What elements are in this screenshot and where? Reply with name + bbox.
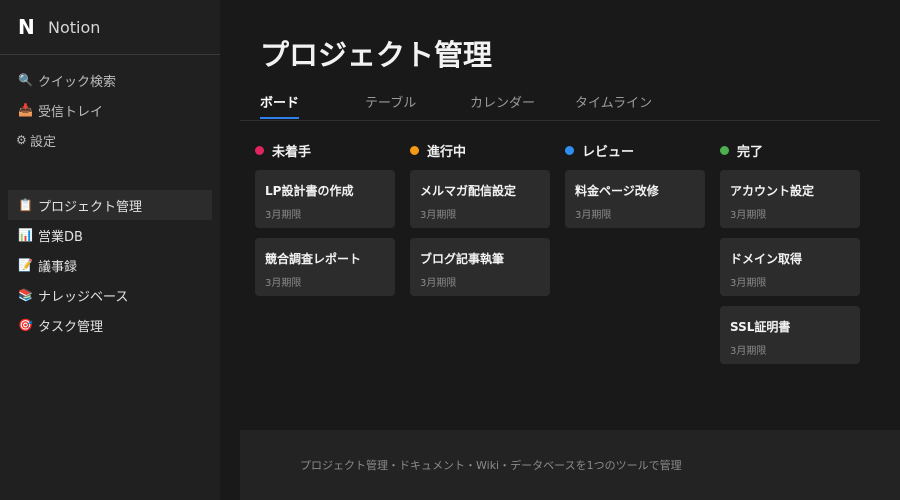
board-card[interactable]: アカウント設定 3月期限 [720, 170, 860, 228]
workspace-header[interactable]: N Notion [0, 0, 220, 55]
app-name: Notion [48, 17, 101, 37]
page-label: タスク管理 [38, 319, 104, 335]
column-not-started: 未着手 LP設計書の作成 3月期限 競合調査レポート 3月期限 [255, 140, 395, 296]
board-card[interactable]: メルマガ配信設定 3月期限 [410, 170, 550, 228]
inbox-icon: 📥 [18, 103, 33, 117]
status-dot [720, 145, 729, 155]
clipboard-icon: 📋 [18, 198, 33, 212]
card-title: アカウント設定 [730, 184, 815, 198]
card-due: 3月期限 [265, 210, 302, 221]
board-card[interactable]: LP設計書の作成 3月期限 [255, 170, 395, 228]
gear-icon: ⚙ [16, 133, 27, 147]
card-due: 3月期限 [575, 210, 612, 221]
page-item-knowledge-base[interactable]: 📚 ナレッジベース [8, 280, 212, 310]
board-card[interactable]: 料金ページ改修 3月期限 [565, 170, 705, 228]
tab-table[interactable]: テーブル [365, 92, 416, 117]
status-dot [255, 145, 264, 155]
card-title: 料金ページ改修 [575, 184, 659, 198]
card-title: LP設計書の作成 [265, 184, 354, 198]
column-in-progress: 進行中 メルマガ配信設定 3月期限 ブログ記事執筆 3月期限 [410, 140, 550, 296]
column-label: 完了 [737, 144, 764, 160]
board-card[interactable]: ブログ記事執筆 3月期限 [410, 238, 550, 296]
card-due: 3月期限 [265, 278, 302, 289]
page-item-minutes[interactable]: 📝 議事録 [8, 250, 212, 280]
page-item-sales-db[interactable]: 📊 営業DB [8, 220, 212, 250]
memo-icon: 📝 [18, 258, 33, 272]
column-header: 未着手 [255, 140, 395, 160]
quick-search-item[interactable]: 🔍 クイック検索 [0, 65, 220, 95]
column-done: 完了 アカウント設定 3月期限 ドメイン取得 3月期限 SSL証明書 3月期限 [720, 140, 860, 364]
books-icon: 📚 [18, 288, 33, 302]
column-label: レビュー [582, 144, 635, 160]
page-item-task-management[interactable]: 🎯 タスク管理 [8, 310, 212, 340]
inbox-item[interactable]: 📥 受信トレイ [0, 95, 220, 125]
card-due: 3月期限 [730, 346, 767, 357]
card-title: SSL証明書 [730, 320, 791, 334]
card-due: 3月期限 [420, 210, 457, 221]
page-label: 議事録 [38, 259, 78, 275]
nav-label: クイック検索 [38, 74, 117, 90]
tab-board[interactable]: ボード [260, 92, 300, 119]
page-list: 📋 プロジェクト管理 📊 営業DB 📝 議事録 📚 ナレッジベース 🎯 タスク管… [0, 190, 220, 340]
page-item-project-management[interactable]: 📋 プロジェクト管理 [8, 190, 212, 220]
tab-calendar[interactable]: カレンダー [470, 92, 535, 117]
footer-banner: プロジェクト管理・ドキュメント・Wiki・データベースを1つのツールで管理 [240, 430, 900, 500]
status-dot [410, 145, 419, 155]
card-title: ドメイン取得 [730, 252, 803, 266]
nav-label: 受信トレイ [38, 104, 104, 120]
column-review: レビュー 料金ページ改修 3月期限 [565, 140, 705, 228]
column-header: 進行中 [410, 140, 550, 160]
column-label: 進行中 [427, 144, 467, 160]
card-title: メルマガ配信設定 [420, 184, 517, 198]
notion-logo-icon: N [18, 15, 35, 39]
card-due: 3月期限 [730, 278, 767, 289]
status-dot [565, 145, 574, 155]
card-due: 3月期限 [730, 210, 767, 221]
footer-text: プロジェクト管理・ドキュメント・Wiki・データベースを1つのツールで管理 [300, 459, 682, 472]
main-content: プロジェクト管理 ボード テーブル カレンダー タイムライン 未着手 LP設計書… [220, 0, 900, 500]
card-title: 競合調査レポート [265, 252, 362, 266]
settings-item[interactable]: ⚙ 設定 [0, 125, 220, 155]
board-card[interactable]: SSL証明書 3月期限 [720, 306, 860, 364]
column-header: レビュー [565, 140, 705, 160]
target-icon: 🎯 [18, 318, 33, 332]
page-label: 営業DB [38, 229, 83, 245]
nav-label: 設定 [30, 134, 57, 150]
column-label: 未着手 [272, 144, 312, 160]
page-label: ナレッジベース [38, 289, 129, 305]
column-header: 完了 [720, 140, 860, 160]
sidebar: N Notion 🔍 クイック検索 📥 受信トレイ ⚙ 設定 📋 プロジェクト管… [0, 0, 220, 500]
search-icon: 🔍 [18, 73, 33, 87]
page-title: プロジェクト管理 [260, 38, 493, 72]
sidebar-nav: 🔍 クイック検索 📥 受信トレイ ⚙ 設定 [0, 55, 220, 155]
card-title: ブログ記事執筆 [420, 252, 505, 266]
view-tabs: ボード テーブル カレンダー タイムライン [240, 86, 880, 121]
page-label: プロジェクト管理 [38, 199, 143, 215]
card-due: 3月期限 [420, 278, 457, 289]
board-card[interactable]: 競合調査レポート 3月期限 [255, 238, 395, 296]
tab-timeline[interactable]: タイムライン [575, 92, 652, 117]
board-card[interactable]: ドメイン取得 3月期限 [720, 238, 860, 296]
bar-chart-icon: 📊 [18, 228, 33, 242]
